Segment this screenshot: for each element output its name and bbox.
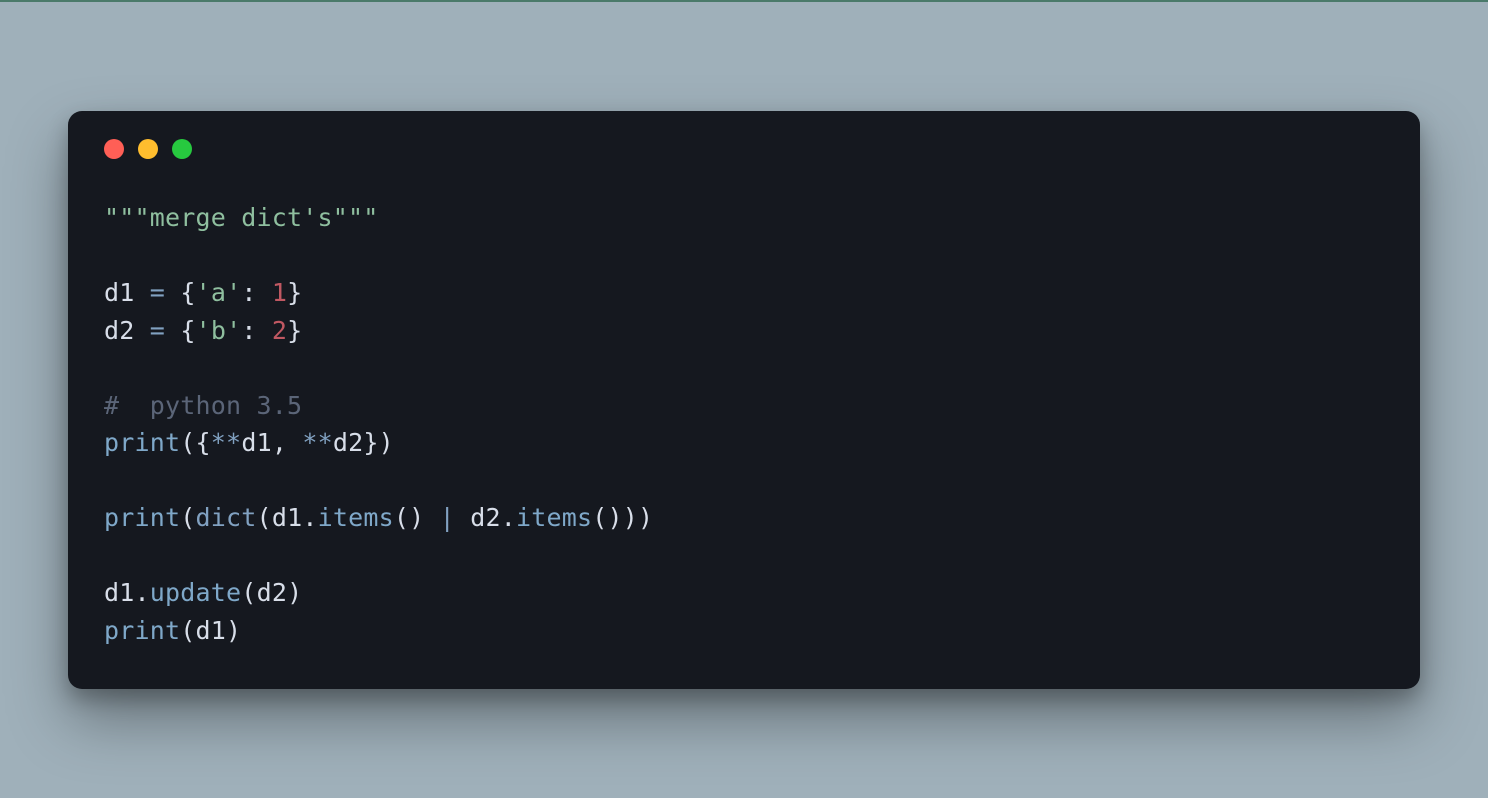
code-token: items xyxy=(516,503,592,532)
traffic-light-close[interactable] xyxy=(104,139,124,159)
code-token xyxy=(455,503,470,532)
code-line xyxy=(104,537,1384,575)
code-token: { xyxy=(180,316,195,345)
code-token: } xyxy=(287,278,302,307)
code-token xyxy=(287,428,302,457)
code-token: dict xyxy=(196,503,257,532)
code-token: ) xyxy=(623,503,638,532)
code-line: # python 3.5 xyxy=(104,387,1384,425)
code-token: ) xyxy=(226,616,241,645)
code-token: ( xyxy=(180,503,195,532)
code-token: """merge dict's""" xyxy=(104,203,379,232)
code-line: print(dict(d1.items() | d2.items())) xyxy=(104,499,1384,537)
traffic-light-minimize[interactable] xyxy=(138,139,158,159)
code-token: ( xyxy=(592,503,607,532)
code-line: d2 = {'b': 2} xyxy=(104,312,1384,350)
code-token xyxy=(165,316,180,345)
code-token: : xyxy=(241,278,256,307)
code-token: ( xyxy=(241,578,256,607)
code-line: print({**d1, **d2}) xyxy=(104,424,1384,462)
code-block: """merge dict's""" d1 = {'a': 1}d2 = {'b… xyxy=(104,199,1384,649)
code-token: d1 xyxy=(104,278,135,307)
traffic-light-zoom[interactable] xyxy=(172,139,192,159)
code-token: . xyxy=(302,503,317,532)
code-token: d2 xyxy=(470,503,501,532)
code-token: ( xyxy=(180,428,195,457)
code-token xyxy=(257,316,272,345)
code-token: d2 xyxy=(257,578,288,607)
code-token: ( xyxy=(257,503,272,532)
code-token: , xyxy=(272,428,287,457)
code-token xyxy=(165,278,180,307)
code-token: 2 xyxy=(272,316,287,345)
code-token xyxy=(135,278,150,307)
code-token: print xyxy=(104,428,180,457)
code-token: . xyxy=(135,578,150,607)
code-token: = xyxy=(150,316,165,345)
code-token: | xyxy=(440,503,455,532)
code-token: ( xyxy=(180,616,195,645)
code-token: ) xyxy=(638,503,653,532)
code-token: d1 xyxy=(272,503,303,532)
code-token: { xyxy=(196,428,211,457)
code-token xyxy=(257,278,272,307)
code-token: d1 xyxy=(104,578,135,607)
code-token: ) xyxy=(287,578,302,607)
code-token: print xyxy=(104,616,180,645)
code-token: 'b' xyxy=(196,316,242,345)
code-token: ) xyxy=(379,428,394,457)
code-line xyxy=(104,237,1384,275)
traffic-lights xyxy=(104,139,1384,159)
code-token: } xyxy=(363,428,378,457)
code-token: d2 xyxy=(333,428,364,457)
code-line: d1.update(d2) xyxy=(104,574,1384,612)
code-token: update xyxy=(150,578,242,607)
code-token: items xyxy=(318,503,394,532)
code-line xyxy=(104,462,1384,500)
code-token: d1 xyxy=(196,616,227,645)
code-token: . xyxy=(501,503,516,532)
code-token: } xyxy=(287,316,302,345)
code-token: d1 xyxy=(241,428,272,457)
code-token xyxy=(424,503,439,532)
code-token: ) xyxy=(608,503,623,532)
code-line xyxy=(104,349,1384,387)
code-token: ) xyxy=(409,503,424,532)
code-token: # python 3.5 xyxy=(104,391,302,420)
code-token: = xyxy=(150,278,165,307)
code-token: { xyxy=(180,278,195,307)
code-line: d1 = {'a': 1} xyxy=(104,274,1384,312)
code-token: ( xyxy=(394,503,409,532)
code-line: print(d1) xyxy=(104,612,1384,650)
code-token xyxy=(135,316,150,345)
code-line: """merge dict's""" xyxy=(104,199,1384,237)
code-window: """merge dict's""" d1 = {'a': 1}d2 = {'b… xyxy=(68,111,1420,689)
code-token: ** xyxy=(302,428,333,457)
code-token: ** xyxy=(211,428,242,457)
code-token: : xyxy=(241,316,256,345)
code-token: d2 xyxy=(104,316,135,345)
code-token: 1 xyxy=(272,278,287,307)
code-token: 'a' xyxy=(196,278,242,307)
code-token: print xyxy=(104,503,180,532)
